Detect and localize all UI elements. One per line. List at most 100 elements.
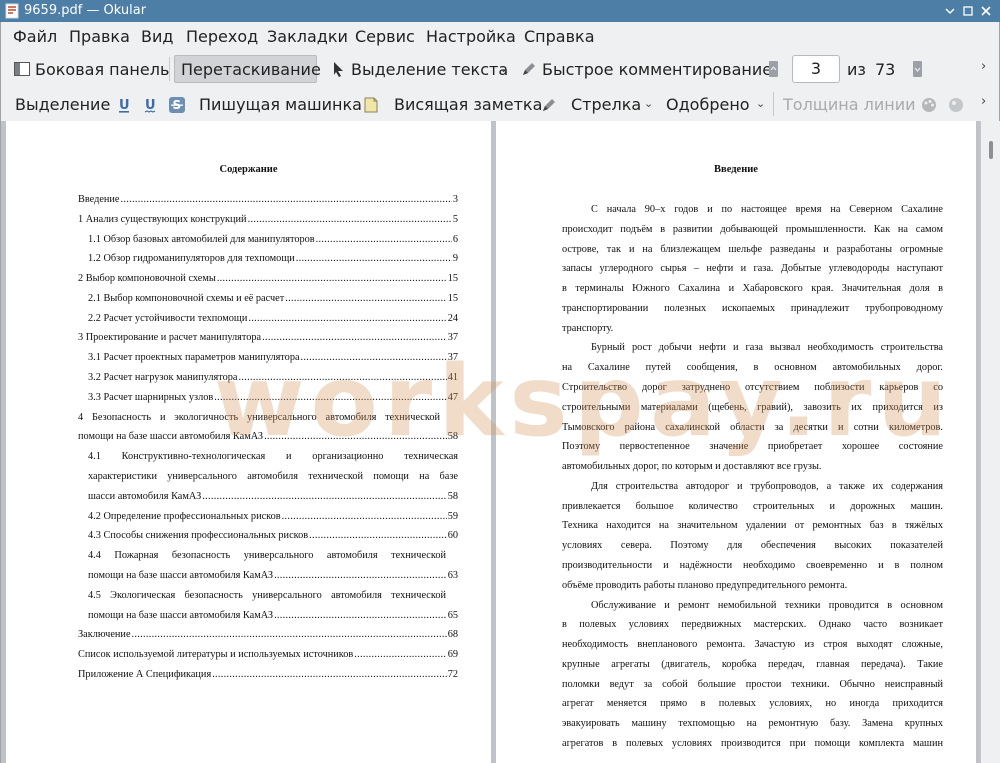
toc-entry[interactable]: Заключение 68 (78, 628, 458, 642)
toc-entry-line[interactable]: характеристики универсального автомобиля… (88, 470, 458, 484)
toc-entry[interactable]: шасси автомобиля КамАЗ 58 (88, 490, 458, 504)
toc-entry[interactable]: помощи на базе шасси автомобиля КамАЗ 63 (88, 569, 458, 583)
previous-page-icon[interactable] (767, 60, 785, 78)
toc-leader (296, 252, 452, 266)
toc-leader (248, 213, 452, 227)
menu-settings[interactable]: Настройка (426, 27, 516, 46)
toc-entry-page: 15 (447, 273, 458, 284)
toolbar-separator (773, 92, 774, 116)
toc-entry[interactable]: 3.1 Расчет проектных параметров манипуля… (88, 351, 458, 365)
body-text-line: необходимость внепланового ремонта. Зача… (562, 639, 943, 650)
chevron-down-icon[interactable]: ⌄ (499, 62, 508, 75)
maximize-icon[interactable] (959, 3, 977, 19)
toc-entry[interactable]: помощи на базе шасси автомобиля КамАЗ 58 (78, 430, 458, 444)
toc-entry-text: 3.3 Расчет шарнирных узлов (88, 392, 214, 403)
stamp-approved-button[interactable]: Одобрено (666, 90, 750, 118)
body-text-line: агрегатов в полевых условиях производитс… (562, 738, 943, 749)
menu-go[interactable]: Переход (186, 27, 258, 46)
highlight-button[interactable]: Выделение (15, 90, 110, 118)
toc-entry[interactable]: 3 Проектирование и расчет манипулятора 37 (78, 331, 458, 345)
page-title: Содержание (219, 164, 278, 175)
toc-entry-text: 1.1 Обзор базовых автомобилей для манипу… (88, 234, 315, 245)
body-text-line: условиях севера. Поэтому для обеспечения… (562, 540, 943, 551)
chevron-down-icon[interactable]: ⌄ (644, 97, 653, 110)
toc-entry-page: 6 (452, 234, 458, 245)
toc-leader (262, 331, 447, 345)
underline-icon[interactable]: U (117, 96, 135, 114)
menu-bookmarks[interactable]: Закладки (267, 27, 348, 46)
toc-leader (316, 233, 452, 247)
menu-help[interactable]: Справка (524, 27, 595, 46)
pdf-page-toc: Содержание Введение 3 1 Анализ существующ… (6, 121, 491, 763)
text-selection-button[interactable]: Выделение текста (329, 55, 508, 83)
next-page-icon[interactable] (911, 60, 929, 78)
body-text-line: в полевых условиях передвижных мастерски… (562, 619, 943, 630)
hanging-note-button[interactable]: Висящая заметка (394, 90, 542, 118)
typewriter-button[interactable]: Пишущая машинка (199, 90, 362, 118)
sidebar-button[interactable]: Боковая панель (13, 55, 169, 83)
toc-entry-text: помощи на базе шасси автомобиля КамАЗ (78, 431, 264, 442)
toc-entry-page: 5 (452, 214, 458, 225)
toc-entry-text: 2 Выбор компоновочной схемы (78, 273, 216, 284)
pen-icon[interactable] (540, 96, 558, 114)
quick-annotation-button[interactable]: Быстрое комментирование (520, 55, 772, 83)
document-view[interactable]: Содержание Введение 3 1 Анализ существующ… (0, 121, 1000, 763)
toc-entry-text: 2.2 Расчет устойчивости техпомощи (88, 313, 248, 324)
toc-entry-text: шасси автомобиля КамАЗ (88, 491, 202, 502)
toc-entry[interactable]: Приложение А Спецификация 72 (78, 668, 458, 682)
toc-entry-line[interactable]: 4.5 Экологическая безопасность универсал… (88, 589, 446, 603)
color-palette-icon[interactable] (920, 96, 938, 114)
toc-entry[interactable]: 2.1 Выбор компоновочной схемы и её расче… (88, 292, 458, 306)
drag-mode-button[interactable]: Перетаскивание (174, 55, 321, 83)
menu-tools[interactable]: Сервис (355, 27, 415, 46)
toc-entry[interactable]: помощи на базе шасси автомобиля КамАЗ 65 (88, 609, 458, 623)
toc-entry-page: 37 (447, 352, 458, 363)
chevron-down-icon[interactable]: ⌄ (756, 97, 765, 110)
toc-leader (202, 490, 446, 504)
body-text-line: объёме проводить работы планово предупре… (562, 580, 848, 591)
body-text-line: строительными материалами (щебень, грави… (562, 402, 943, 413)
note-icon[interactable] (363, 96, 381, 114)
toolbar-overflow-icon[interactable]: › (981, 59, 986, 74)
toc-entry[interactable]: 2.2 Расчет устойчивости техпомощи 24 (88, 312, 458, 326)
toc-entry[interactable]: 3.3 Расчет шарнирных узлов 47 (88, 391, 458, 405)
body-text-line: агрегат меняется прямо в полевых условия… (562, 698, 943, 709)
toc-entry[interactable]: 4.2 Определение профессиональных рисков 5… (88, 510, 458, 524)
toc-entry-text: Список используемой литературы и использ… (78, 649, 354, 660)
menu-file[interactable]: Файл (13, 27, 57, 46)
toc-entry-page: 63 (447, 570, 458, 581)
toc-leader (238, 371, 446, 385)
body-text-line: производительности и надёжности необходи… (562, 560, 943, 571)
toc-entry-page: 3 (452, 194, 458, 205)
fill-color-icon[interactable] (947, 96, 965, 114)
toc-entry-line[interactable]: 4.1 Конструктивно-технологическая и орга… (88, 450, 458, 464)
body-text-line: транспортировании полезных ископаемых пр… (562, 303, 943, 314)
vertical-scrollbar[interactable] (980, 121, 1000, 763)
toc-entry[interactable]: 3.2 Расчет нагрузок манипулятора 41 (88, 371, 458, 385)
menu-edit[interactable]: Правка (69, 27, 130, 46)
arrow-button[interactable]: Стрелка (571, 90, 641, 118)
toc-entry[interactable]: Введение 3 (78, 193, 458, 207)
menu-view[interactable]: Вид (141, 27, 173, 46)
close-icon[interactable] (977, 3, 995, 19)
toc-entry[interactable]: 4.3 Способы снижения профессиональных ри… (88, 529, 458, 543)
body-text-line: в терминалы Южного Сахалина и Хабаровско… (562, 283, 943, 294)
minimize-icon[interactable] (941, 3, 959, 19)
body-text-line: происходит подъём в развитии добывающей … (562, 224, 943, 235)
toc-entry-text: 1.2 Обзор гидроманипуляторов для техпомо… (88, 253, 295, 264)
scrollbar-thumb[interactable] (989, 141, 993, 159)
toc-entry[interactable]: 2 Выбор компоновочной схемы 15 (78, 272, 458, 286)
toc-entry[interactable]: 1.1 Обзор базовых автомобилей для манипу… (88, 233, 458, 247)
toc-leader (309, 529, 447, 543)
toc-entry[interactable]: Список используемой литературы и использ… (78, 648, 458, 662)
squiggle-underline-icon[interactable]: U (143, 96, 161, 114)
page-number-input[interactable]: 3 (792, 55, 840, 83)
toc-entry-text: 2.1 Выбор компоновочной схемы и её расче… (88, 293, 285, 304)
toc-entry[interactable]: 1.2 Обзор гидроманипуляторов для техпомо… (88, 252, 458, 266)
toc-entry-line[interactable]: 4 Безопасность и экологичность универсал… (78, 411, 440, 425)
line-width-button[interactable]: Толщина линии (783, 90, 916, 118)
toc-entry[interactable]: 1 Анализ существующих конструкций 5 (78, 213, 458, 227)
strikeout-icon[interactable]: S (168, 96, 186, 114)
toolbar-overflow-icon[interactable]: › (981, 94, 986, 109)
toc-entry-line[interactable]: 4.4 Пожарная безопасность универсального… (88, 549, 446, 563)
